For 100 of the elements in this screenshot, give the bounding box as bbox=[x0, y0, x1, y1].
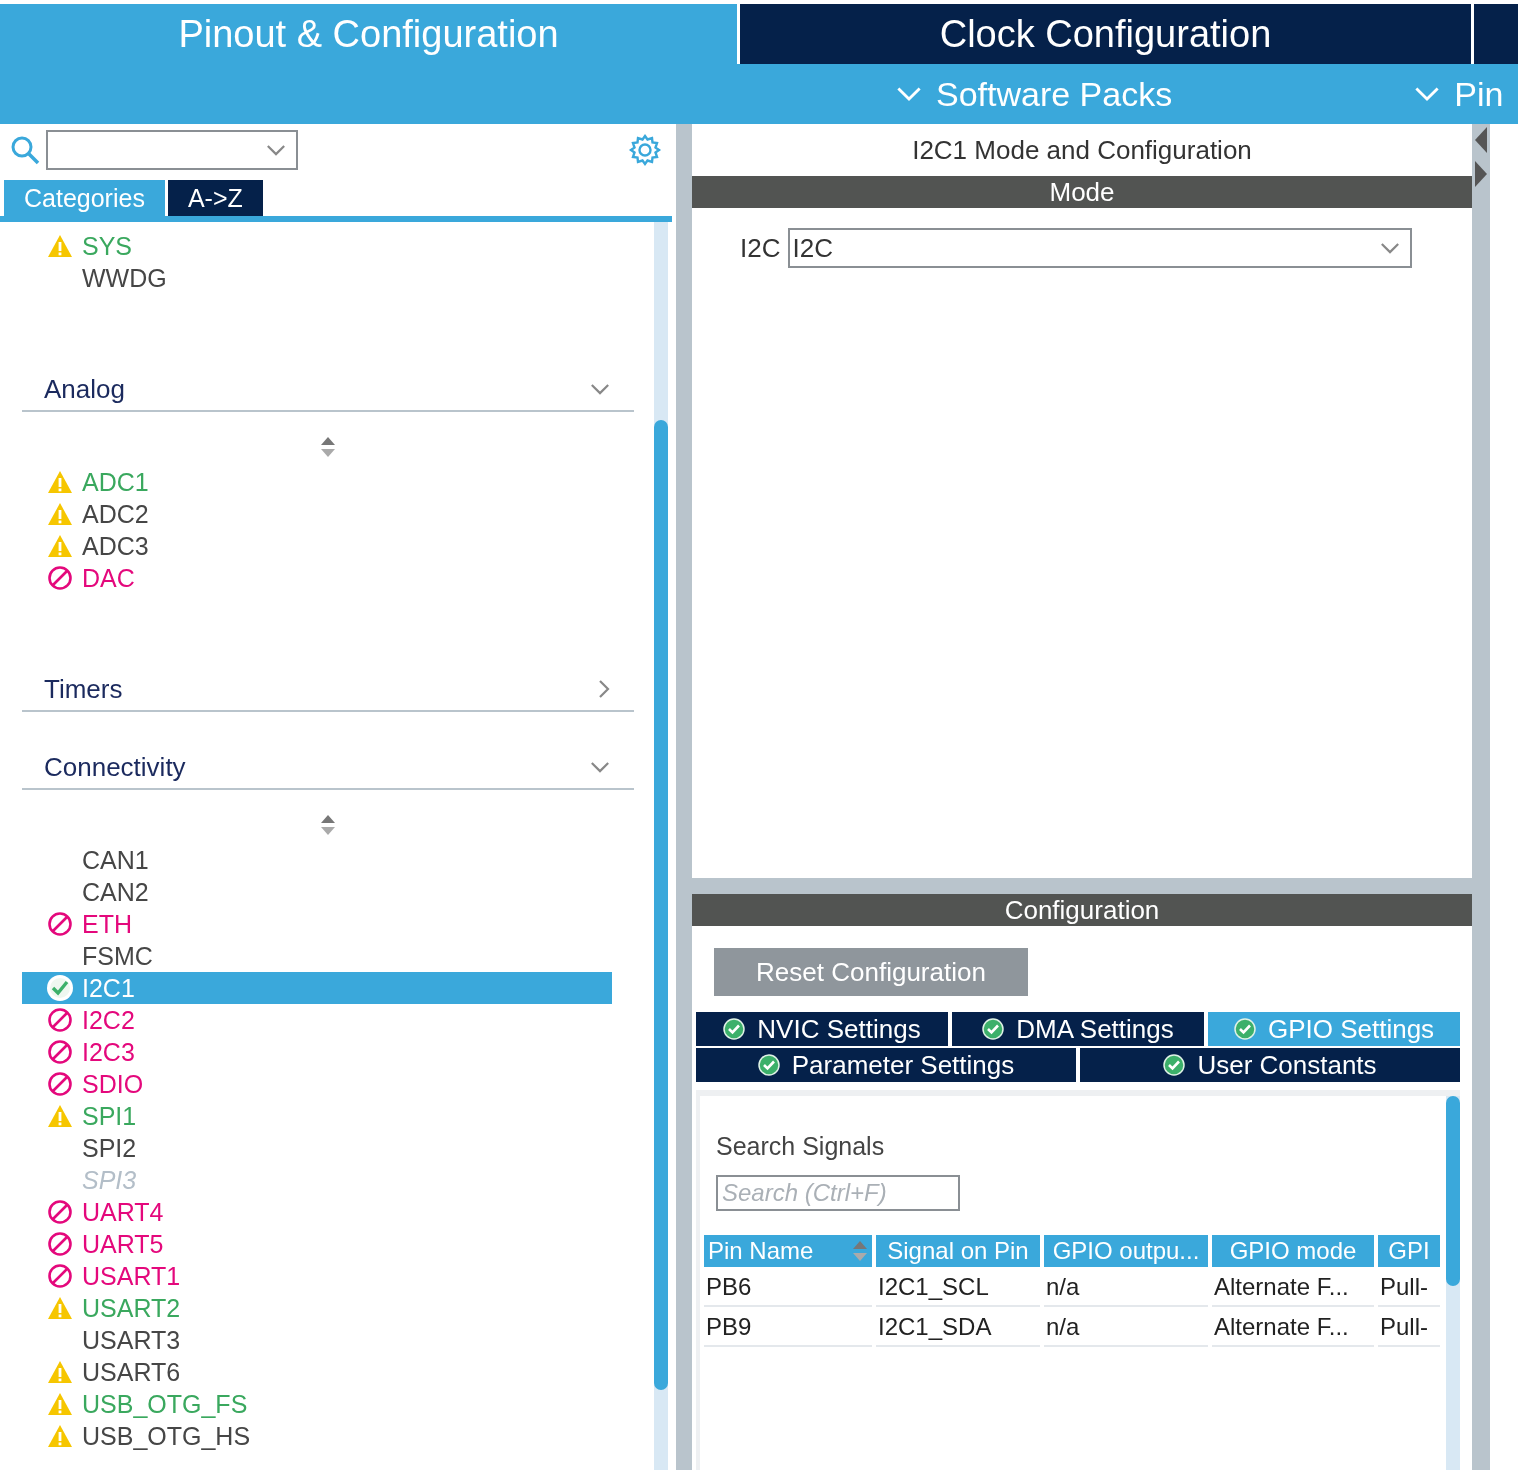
peripheral-item[interactable]: UART5 bbox=[22, 1228, 612, 1260]
peripheral-item[interactable]: FSMC bbox=[22, 940, 612, 972]
search-label: Search Signals bbox=[716, 1132, 886, 1161]
check-icon bbox=[1233, 1018, 1256, 1040]
check-icon bbox=[982, 1018, 1005, 1040]
category-label: Analog bbox=[44, 373, 125, 405]
warning-icon bbox=[46, 534, 74, 558]
table-cell: Alternate F... bbox=[1212, 1309, 1374, 1347]
menu-button[interactable]: Software Packs bbox=[896, 74, 1173, 114]
settings-tab[interactable]: DMA Settings bbox=[952, 1012, 1204, 1046]
check-icon bbox=[46, 974, 74, 1002]
search-field[interactable]: Search (Ctrl+F) bbox=[716, 1175, 960, 1211]
peripheral-item[interactable]: USART3 bbox=[22, 1324, 612, 1356]
blocked-icon bbox=[46, 911, 74, 937]
mode-select[interactable]: I2C bbox=[788, 228, 1413, 268]
sort-icon[interactable] bbox=[320, 436, 336, 458]
peripheral-item[interactable]: SDIO bbox=[22, 1068, 612, 1100]
blocked-icon bbox=[46, 565, 74, 591]
table-cell: n/a bbox=[1044, 1269, 1208, 1307]
perspective-tab[interactable]: Pinout & Configuration bbox=[0, 4, 740, 64]
table-cell: Alternate F... bbox=[1212, 1269, 1374, 1307]
sort-icon[interactable] bbox=[320, 814, 336, 836]
search-icon[interactable] bbox=[10, 135, 40, 165]
view-tab[interactable]: Categories bbox=[4, 180, 165, 216]
check-icon bbox=[757, 1054, 780, 1076]
column-header[interactable]: GPIO mode bbox=[1212, 1235, 1374, 1267]
warning-icon bbox=[46, 1296, 74, 1320]
sort-icon[interactable] bbox=[852, 1240, 868, 1262]
peripheral-item[interactable]: I2C3 bbox=[22, 1036, 612, 1068]
table-cell: Pull- bbox=[1378, 1269, 1440, 1307]
chevron-down-icon[interactable] bbox=[1414, 86, 1441, 102]
peripheral-item[interactable]: USART2 bbox=[22, 1292, 612, 1324]
peripheral-item[interactable]: ADC3 bbox=[22, 530, 612, 562]
column-header[interactable]: GPIO outpu... bbox=[1044, 1235, 1208, 1267]
check-icon bbox=[1163, 1054, 1186, 1076]
reset-button[interactable]: Reset Configuration bbox=[714, 948, 1028, 996]
peripheral-item[interactable]: I2C2 bbox=[22, 1004, 612, 1036]
peripheral-item[interactable]: USART6 bbox=[22, 1356, 612, 1388]
peripheral-item[interactable]: ADC1 bbox=[22, 466, 612, 498]
table-cell: PB6 bbox=[704, 1269, 872, 1307]
section-header: Configuration bbox=[692, 894, 1472, 926]
peripheral-item[interactable]: I2C1 bbox=[22, 972, 612, 1004]
settings-tab[interactable]: User Constants bbox=[1080, 1048, 1460, 1082]
peripheral-item[interactable]: ETH bbox=[22, 908, 612, 940]
settings-tab[interactable]: GPIO Settings bbox=[1208, 1012, 1460, 1046]
blocked-icon bbox=[46, 1007, 74, 1033]
peripheral-item[interactable]: SPI2 bbox=[22, 1132, 612, 1164]
chevron-right-icon[interactable] bbox=[598, 679, 610, 699]
peripheral-item[interactable]: CAN1 bbox=[22, 844, 612, 876]
scrollbar[interactable] bbox=[1446, 1096, 1460, 1470]
chevron-down-icon[interactable] bbox=[1380, 242, 1401, 254]
category-label: Connectivity bbox=[44, 751, 186, 783]
column-header[interactable]: Signal on Pin bbox=[876, 1235, 1040, 1267]
warning-icon bbox=[46, 1424, 74, 1448]
blocked-icon bbox=[46, 1231, 74, 1257]
perspective-tab[interactable]: Clock Configuration bbox=[740, 4, 1474, 64]
column-header[interactable]: GPI bbox=[1378, 1235, 1440, 1267]
blocked-icon bbox=[46, 1263, 74, 1289]
scrollbar[interactable] bbox=[654, 222, 668, 1470]
peripheral-item[interactable]: SPI1 bbox=[22, 1100, 612, 1132]
search-combo[interactable] bbox=[46, 130, 298, 170]
table-cell: I2C1_SDA bbox=[876, 1309, 1040, 1347]
menu-button[interactable]: Pin bbox=[1414, 74, 1504, 114]
blocked-icon bbox=[46, 1039, 74, 1065]
view-tab[interactable]: A->Z bbox=[167, 180, 263, 216]
warning-icon bbox=[46, 1104, 74, 1128]
column-header[interactable]: Pin Name bbox=[704, 1235, 872, 1267]
warning-icon bbox=[46, 502, 74, 526]
chevron-down-icon[interactable] bbox=[590, 761, 610, 773]
peripheral-item[interactable]: WWDG bbox=[22, 262, 612, 294]
field-label: I2C bbox=[740, 232, 781, 265]
warning-icon bbox=[46, 1360, 74, 1384]
chevron-down-icon[interactable] bbox=[266, 144, 286, 156]
section-header: Mode bbox=[692, 176, 1472, 208]
blocked-icon bbox=[46, 1199, 74, 1225]
category-label: Timers bbox=[44, 673, 123, 705]
peripheral-item[interactable]: USART1 bbox=[22, 1260, 612, 1292]
warning-icon bbox=[46, 1392, 74, 1416]
check-icon bbox=[723, 1018, 746, 1040]
table-cell: n/a bbox=[1044, 1309, 1208, 1347]
settings-tab[interactable]: NVIC Settings bbox=[696, 1012, 948, 1046]
table-cell: I2C1_SCL bbox=[876, 1269, 1040, 1307]
peripheral-item[interactable]: USB_OTG_HS bbox=[22, 1420, 612, 1452]
peripheral-item[interactable]: DAC bbox=[22, 562, 612, 594]
collapse-left-icon[interactable] bbox=[1474, 126, 1488, 154]
peripheral-item[interactable]: CAN2 bbox=[22, 876, 612, 908]
warning-icon bbox=[46, 470, 74, 494]
table-cell: PB9 bbox=[704, 1309, 872, 1347]
panel-title: I2C1 Mode and Configuration bbox=[911, 133, 1253, 167]
warning-icon bbox=[46, 234, 74, 258]
settings-tab[interactable]: Parameter Settings bbox=[696, 1048, 1076, 1082]
expand-right-icon[interactable] bbox=[1474, 160, 1488, 188]
table-cell: Pull- bbox=[1378, 1309, 1440, 1347]
settings-icon[interactable] bbox=[628, 133, 662, 167]
peripheral-item[interactable]: USB_OTG_FS bbox=[22, 1388, 612, 1420]
chevron-down-icon[interactable] bbox=[590, 383, 610, 395]
peripheral-item[interactable]: ADC2 bbox=[22, 498, 612, 530]
peripheral-item[interactable]: SYS bbox=[22, 230, 612, 262]
peripheral-item[interactable]: UART4 bbox=[22, 1196, 612, 1228]
blocked-icon bbox=[46, 1071, 74, 1097]
